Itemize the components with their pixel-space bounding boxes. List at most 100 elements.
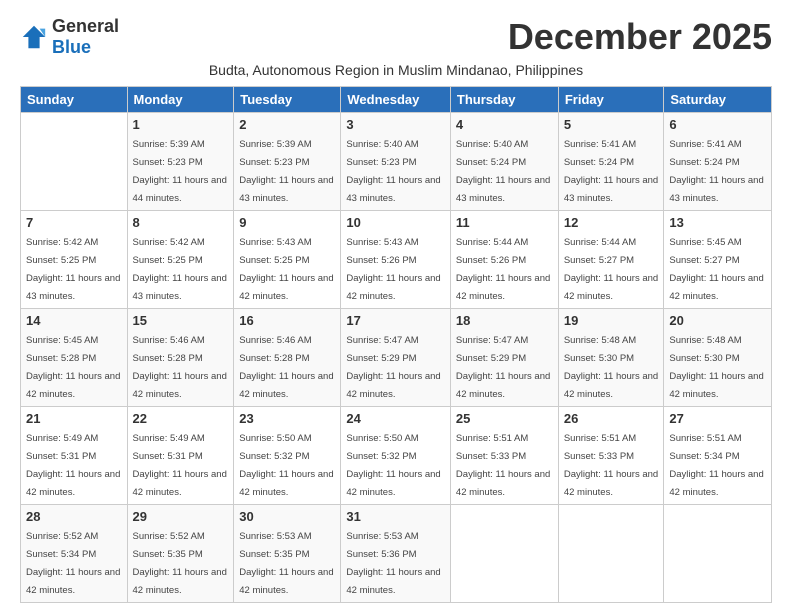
day-info: Sunrise: 5:48 AMSunset: 5:30 PMDaylight:… <box>669 335 763 400</box>
day-cell: 29Sunrise: 5:52 AMSunset: 5:35 PMDayligh… <box>127 505 234 603</box>
day-info: Sunrise: 5:46 AMSunset: 5:28 PMDaylight:… <box>239 335 333 400</box>
day-cell: 20Sunrise: 5:48 AMSunset: 5:30 PMDayligh… <box>664 309 772 407</box>
day-cell: 22 Sunrise: 5:49 AMSunset: 5:31 PMDayligh… <box>127 407 234 505</box>
day-number: 1 <box>133 117 229 132</box>
day-cell: 26Sunrise: 5:51 AMSunset: 5:33 PMDayligh… <box>558 407 664 505</box>
day-info: Sunrise: 5:50 AMSunset: 5:32 PMDaylight:… <box>239 433 333 498</box>
day-cell: 21 Sunrise: 5:49 AMSunset: 5:31 PMDayligh… <box>21 407 128 505</box>
day-number: 4 <box>456 117 553 132</box>
day-number: 10 <box>346 215 445 230</box>
day-info: Sunrise: 5:49 AMSunset: 5:31 PMDaylight:… <box>26 433 120 498</box>
day-cell: 27 Sunrise: 5:51 AMSunset: 5:34 PMDayligh… <box>664 407 772 505</box>
day-number: 19 <box>564 313 659 328</box>
day-number: 15 <box>133 313 229 328</box>
day-number: 9 <box>239 215 335 230</box>
week-row-3: 14 Sunrise: 5:45 AMSunset: 5:28 PMDayligh… <box>21 309 772 407</box>
day-cell: 6 Sunrise: 5:41 AMSunset: 5:24 PMDaylight… <box>664 113 772 211</box>
day-cell: 16 Sunrise: 5:46 AMSunset: 5:28 PMDayligh… <box>234 309 341 407</box>
day-number: 7 <box>26 215 122 230</box>
header-row: SundayMondayTuesdayWednesdayThursdayFrid… <box>21 87 772 113</box>
day-cell: 28 Sunrise: 5:52 AMSunset: 5:34 PMDayligh… <box>21 505 128 603</box>
month-title: December 2025 <box>508 16 772 58</box>
day-info: Sunrise: 5:44 AMSunset: 5:27 PMDaylight:… <box>564 237 658 302</box>
day-number: 2 <box>239 117 335 132</box>
day-cell: 15 Sunrise: 5:46 AMSunset: 5:28 PMDayligh… <box>127 309 234 407</box>
day-cell: 13Sunrise: 5:45 AMSunset: 5:27 PMDayligh… <box>664 211 772 309</box>
header-cell-thursday: Thursday <box>450 87 558 113</box>
logo-icon <box>20 23 48 51</box>
day-info: Sunrise: 5:42 AMSunset: 5:25 PMDaylight:… <box>26 237 120 302</box>
day-cell: 7 Sunrise: 5:42 AMSunset: 5:25 PMDaylight… <box>21 211 128 309</box>
header-cell-wednesday: Wednesday <box>341 87 451 113</box>
day-info: Sunrise: 5:44 AMSunset: 5:26 PMDaylight:… <box>456 237 550 302</box>
day-info: Sunrise: 5:45 AMSunset: 5:28 PMDaylight:… <box>26 335 120 400</box>
day-info: Sunrise: 5:50 AMSunset: 5:32 PMDaylight:… <box>346 433 440 498</box>
logo: General Blue <box>20 16 119 58</box>
day-number: 21 <box>26 411 122 426</box>
day-info: Sunrise: 5:52 AMSunset: 5:34 PMDaylight:… <box>26 531 120 596</box>
day-number: 6 <box>669 117 766 132</box>
day-cell <box>558 505 664 603</box>
day-cell: 12 Sunrise: 5:44 AMSunset: 5:27 PMDayligh… <box>558 211 664 309</box>
day-info: Sunrise: 5:42 AMSunset: 5:25 PMDaylight:… <box>133 237 227 302</box>
day-cell: 18 Sunrise: 5:47 AMSunset: 5:29 PMDayligh… <box>450 309 558 407</box>
calendar-table: SundayMondayTuesdayWednesdayThursdayFrid… <box>20 86 772 603</box>
day-number: 24 <box>346 411 445 426</box>
logo-blue: Blue <box>52 37 91 57</box>
day-number: 14 <box>26 313 122 328</box>
logo-text: General Blue <box>52 16 119 58</box>
day-cell: 2 Sunrise: 5:39 AMSunset: 5:23 PMDaylight… <box>234 113 341 211</box>
day-number: 18 <box>456 313 553 328</box>
day-info: Sunrise: 5:51 AMSunset: 5:33 PMDaylight:… <box>456 433 550 498</box>
day-info: Sunrise: 5:51 AMSunset: 5:34 PMDaylight:… <box>669 433 763 498</box>
day-number: 25 <box>456 411 553 426</box>
day-cell <box>450 505 558 603</box>
day-info: Sunrise: 5:49 AMSunset: 5:31 PMDaylight:… <box>133 433 227 498</box>
day-number: 3 <box>346 117 445 132</box>
week-row-5: 28 Sunrise: 5:52 AMSunset: 5:34 PMDayligh… <box>21 505 772 603</box>
day-cell: 8Sunrise: 5:42 AMSunset: 5:25 PMDaylight… <box>127 211 234 309</box>
day-cell: 10 Sunrise: 5:43 AMSunset: 5:26 PMDayligh… <box>341 211 451 309</box>
day-info: Sunrise: 5:51 AMSunset: 5:33 PMDaylight:… <box>564 433 658 498</box>
day-number: 12 <box>564 215 659 230</box>
day-cell: 14 Sunrise: 5:45 AMSunset: 5:28 PMDayligh… <box>21 309 128 407</box>
week-row-2: 7 Sunrise: 5:42 AMSunset: 5:25 PMDaylight… <box>21 211 772 309</box>
day-cell: 1 Sunrise: 5:39 AMSunset: 5:23 PMDaylight… <box>127 113 234 211</box>
week-row-4: 21 Sunrise: 5:49 AMSunset: 5:31 PMDayligh… <box>21 407 772 505</box>
day-info: Sunrise: 5:43 AMSunset: 5:26 PMDaylight:… <box>346 237 440 302</box>
page: General Blue December 2025 Budta, Autono… <box>0 0 792 613</box>
day-info: Sunrise: 5:39 AMSunset: 5:23 PMDaylight:… <box>133 139 227 204</box>
header-cell-friday: Friday <box>558 87 664 113</box>
day-info: Sunrise: 5:39 AMSunset: 5:23 PMDaylight:… <box>239 139 333 204</box>
day-info: Sunrise: 5:41 AMSunset: 5:24 PMDaylight:… <box>564 139 658 204</box>
day-number: 16 <box>239 313 335 328</box>
day-info: Sunrise: 5:53 AMSunset: 5:35 PMDaylight:… <box>239 531 333 596</box>
day-number: 22 <box>133 411 229 426</box>
day-number: 23 <box>239 411 335 426</box>
day-cell: 4 Sunrise: 5:40 AMSunset: 5:24 PMDaylight… <box>450 113 558 211</box>
day-number: 27 <box>669 411 766 426</box>
logo-general: General <box>52 16 119 36</box>
day-cell: 23 Sunrise: 5:50 AMSunset: 5:32 PMDayligh… <box>234 407 341 505</box>
day-info: Sunrise: 5:47 AMSunset: 5:29 PMDaylight:… <box>456 335 550 400</box>
header-cell-sunday: Sunday <box>21 87 128 113</box>
day-info: Sunrise: 5:40 AMSunset: 5:24 PMDaylight:… <box>456 139 550 204</box>
day-number: 13 <box>669 215 766 230</box>
day-info: Sunrise: 5:48 AMSunset: 5:30 PMDaylight:… <box>564 335 658 400</box>
day-number: 28 <box>26 509 122 524</box>
day-info: Sunrise: 5:43 AMSunset: 5:25 PMDaylight:… <box>239 237 333 302</box>
day-info: Sunrise: 5:41 AMSunset: 5:24 PMDaylight:… <box>669 139 763 204</box>
day-cell <box>664 505 772 603</box>
header-cell-monday: Monday <box>127 87 234 113</box>
week-row-1: 1 Sunrise: 5:39 AMSunset: 5:23 PMDaylight… <box>21 113 772 211</box>
day-info: Sunrise: 5:46 AMSunset: 5:28 PMDaylight:… <box>133 335 227 400</box>
day-cell: 31Sunrise: 5:53 AMSunset: 5:36 PMDayligh… <box>341 505 451 603</box>
header-cell-tuesday: Tuesday <box>234 87 341 113</box>
day-cell <box>21 113 128 211</box>
day-cell: 24 Sunrise: 5:50 AMSunset: 5:32 PMDayligh… <box>341 407 451 505</box>
day-cell: 9 Sunrise: 5:43 AMSunset: 5:25 PMDaylight… <box>234 211 341 309</box>
day-cell: 30Sunrise: 5:53 AMSunset: 5:35 PMDayligh… <box>234 505 341 603</box>
day-info: Sunrise: 5:53 AMSunset: 5:36 PMDaylight:… <box>346 531 440 596</box>
day-info: Sunrise: 5:47 AMSunset: 5:29 PMDaylight:… <box>346 335 440 400</box>
day-cell: 17Sunrise: 5:47 AMSunset: 5:29 PMDayligh… <box>341 309 451 407</box>
